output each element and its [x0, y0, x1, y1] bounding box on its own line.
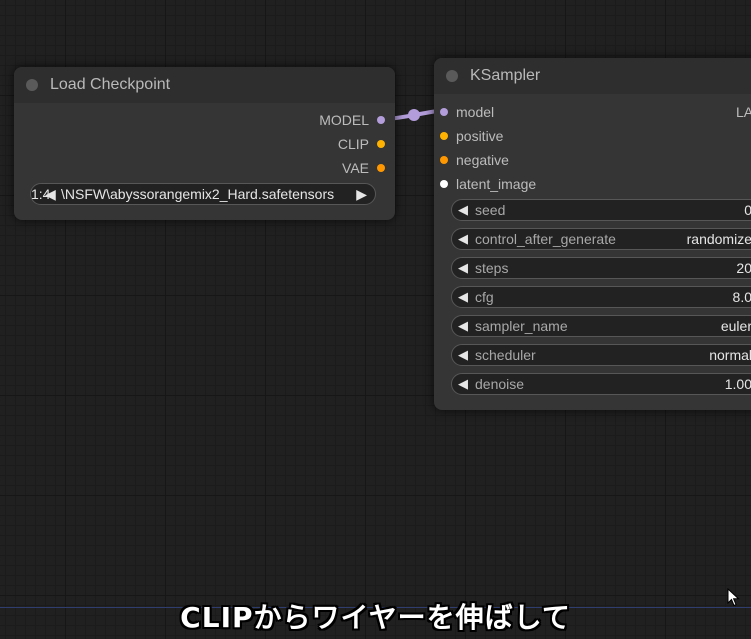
ckpt-name-combo[interactable]: 1:4 ◀ \NSFW\abyssorangemix2_Hard.safeten… — [30, 183, 376, 205]
output-slot-icon[interactable] — [377, 116, 385, 124]
load-checkpoint-header[interactable]: Load Checkpoint — [14, 67, 395, 103]
ksampler-node[interactable]: KSampler LA model positive negative late… — [434, 58, 751, 410]
widget-value: 8.0 — [732, 289, 751, 305]
output-label: VAE — [342, 160, 369, 176]
output-slot-icon[interactable] — [377, 140, 385, 148]
sampler-name-widget[interactable]: ◀ sampler_name euler — [451, 315, 751, 337]
widget-label: denoise — [475, 376, 525, 392]
input-positive[interactable]: positive — [440, 126, 503, 146]
input-negative[interactable]: negative — [440, 150, 509, 170]
widget-value: normal — [709, 347, 751, 363]
widget-label: cfg — [475, 289, 494, 305]
output-label: MODEL — [319, 112, 369, 128]
input-slot-icon[interactable] — [440, 108, 448, 116]
video-caption: CLIPからワイヤーを伸ばして — [180, 601, 571, 634]
node-title: KSampler — [470, 67, 541, 84]
input-label: latent_image — [456, 176, 537, 192]
widget-label: seed — [475, 202, 506, 218]
input-label: model — [456, 104, 495, 120]
collapse-dot-icon[interactable] — [26, 79, 38, 91]
ckpt-next-arrow-icon[interactable]: ▶ — [356, 186, 367, 203]
ckpt-prev-arrow-icon[interactable]: ◀ — [45, 186, 56, 203]
decrement-arrow-icon[interactable]: ◀ — [458, 289, 468, 305]
ksampler-header[interactable]: KSampler — [434, 58, 751, 94]
input-label: negative — [456, 152, 509, 168]
output-clip[interactable]: CLIP — [338, 134, 385, 154]
decrement-arrow-icon[interactable]: ◀ — [458, 231, 468, 247]
output-vae[interactable]: VAE — [342, 158, 385, 178]
load-checkpoint-node[interactable]: Load Checkpoint MODEL CLIP VAE 1:4 ◀ \NS… — [14, 67, 395, 220]
decrement-arrow-icon[interactable]: ◀ — [458, 260, 468, 276]
control-after-generate-widget[interactable]: ◀ control_after_generate randomize — [451, 228, 751, 250]
output-label: CLIP — [337, 136, 369, 152]
seed-widget[interactable]: ◀ seed 0 — [451, 199, 751, 221]
widget-label: steps — [475, 260, 509, 276]
link-midpoint-dot — [408, 109, 420, 121]
widget-label: sampler_name — [475, 318, 568, 334]
decrement-arrow-icon[interactable]: ◀ — [458, 347, 468, 363]
node-title: Load Checkpoint — [50, 76, 171, 93]
output-latent-label: LA — [736, 104, 751, 120]
input-model[interactable]: model — [440, 102, 494, 122]
decrement-arrow-icon[interactable]: ◀ — [458, 318, 468, 334]
ckpt-value: \NSFW\abyssorangemix2_Hard.safetensors — [61, 186, 335, 202]
widget-label: control_after_generate — [475, 231, 616, 247]
output-model[interactable]: MODEL — [319, 110, 385, 130]
input-slot-icon[interactable] — [440, 156, 448, 164]
widget-value: 1.00 — [724, 376, 751, 392]
widget-value: randomize — [686, 231, 751, 247]
decrement-arrow-icon[interactable]: ◀ — [458, 202, 468, 218]
widget-value: 0 — [744, 202, 751, 218]
cfg-widget[interactable]: ◀ cfg 8.0 — [451, 286, 751, 308]
scheduler-widget[interactable]: ◀ scheduler normal — [451, 344, 751, 366]
widget-label: scheduler — [475, 347, 536, 363]
input-slot-icon[interactable] — [440, 132, 448, 140]
decrement-arrow-icon[interactable]: ◀ — [458, 376, 468, 392]
widget-value: euler — [720, 318, 751, 334]
input-latent-image[interactable]: latent_image — [440, 174, 536, 194]
output-slot-icon[interactable] — [377, 164, 385, 172]
mouse-pointer-icon — [727, 588, 740, 607]
input-slot-icon[interactable] — [440, 180, 448, 188]
steps-widget[interactable]: ◀ steps 20 — [451, 257, 751, 279]
denoise-widget[interactable]: ◀ denoise 1.00 — [451, 373, 751, 395]
input-label: positive — [456, 128, 504, 144]
collapse-dot-icon[interactable] — [446, 70, 458, 82]
widget-value: 20 — [736, 260, 751, 276]
